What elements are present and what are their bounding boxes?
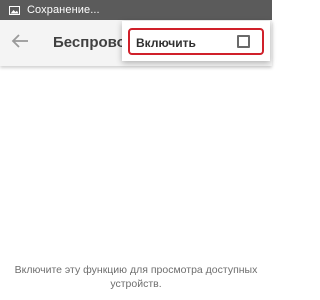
enable-checkbox[interactable] [237,35,250,48]
page-title: Беспроводной дисплей [53,34,133,51]
status-notification-text: Сохранение... [27,4,100,16]
arrow-left-icon [11,33,29,54]
menu-item-enable[interactable]: Включить [128,28,264,55]
empty-state-hint-line-1: Включите эту функцию для просмотра досту… [14,264,258,276]
status-bar: Сохранение... [0,0,272,20]
menu-item-enable-label: Включить [136,36,196,50]
empty-state-hint: Включите эту функцию для просмотра досту… [0,263,272,291]
overflow-menu: Включить [122,21,270,61]
back-button[interactable] [6,29,34,57]
empty-state-hint-line-2: устройств. [110,278,162,290]
image-icon [9,5,20,15]
